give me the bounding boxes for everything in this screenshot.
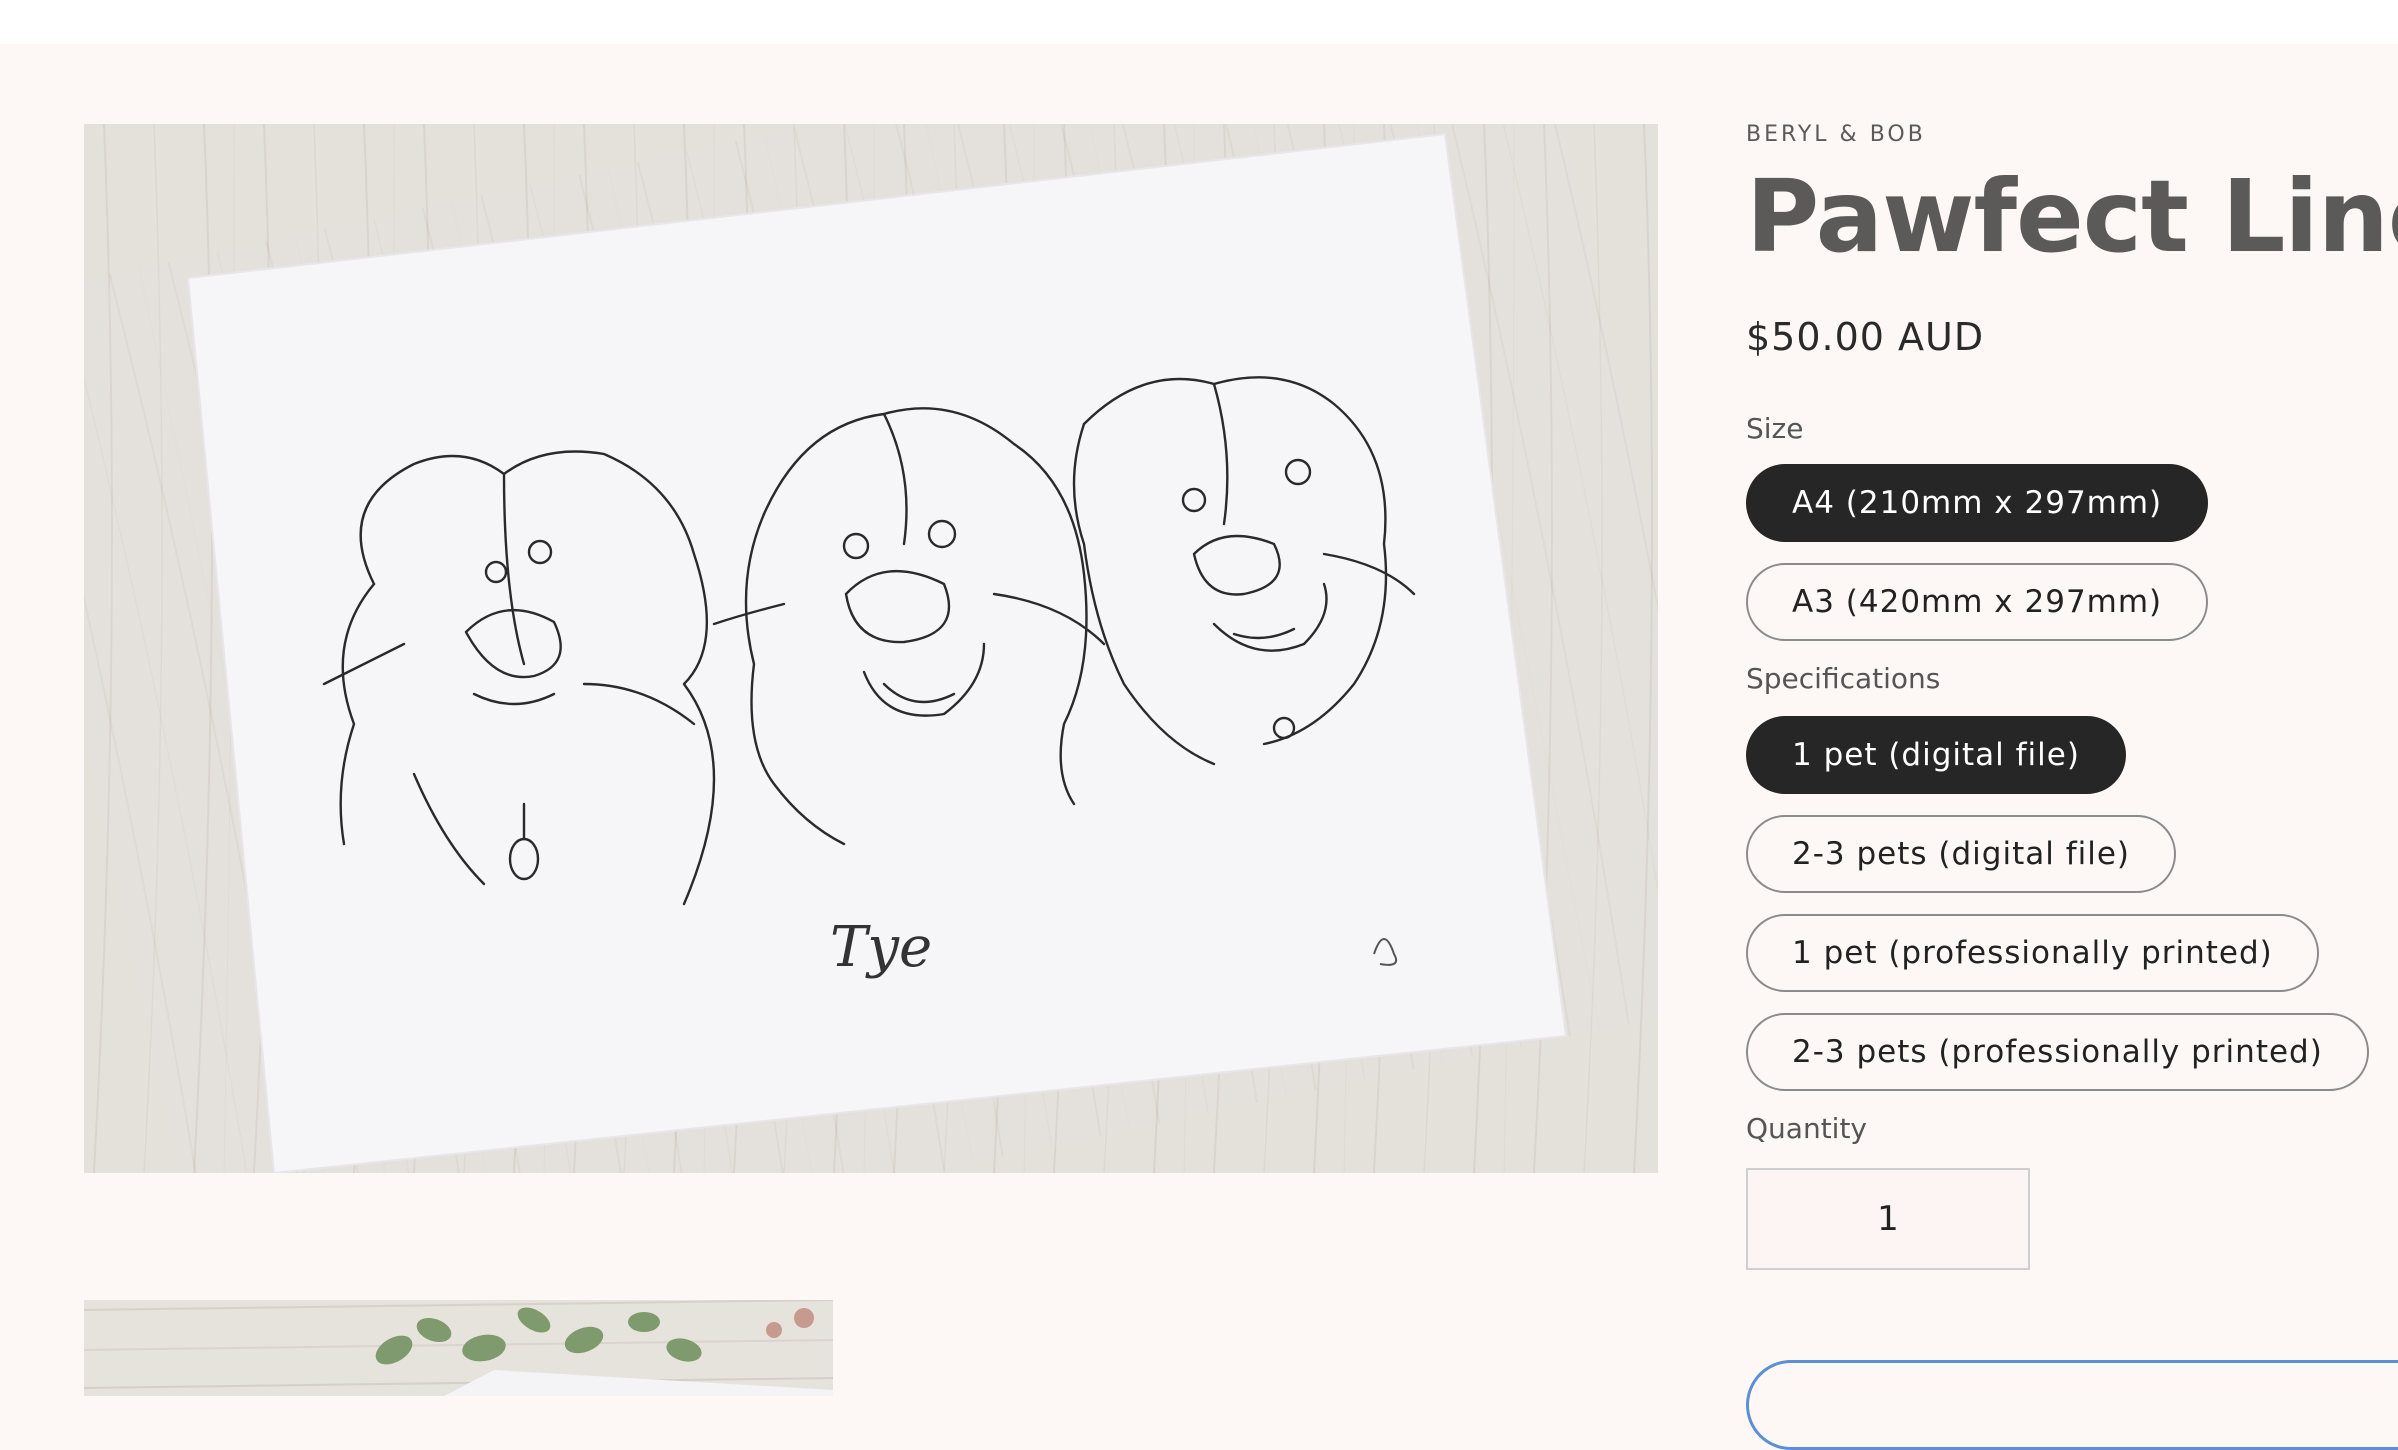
product-title: Pawfect Lines <box>1746 158 2398 275</box>
spec-option-1-pet-digital[interactable]: 1 pet (digital file) <box>1746 716 2126 794</box>
specifications-label: Specifications <box>1746 662 1941 695</box>
quantity-label: Quantity <box>1746 1112 1867 1145</box>
spec-option-2-3-pets-digital[interactable]: 2-3 pets (digital file) <box>1746 815 2176 893</box>
spec-option-1-pet-printed[interactable]: 1 pet (professionally printed) <box>1746 914 2319 992</box>
top-header-bar <box>0 0 2398 44</box>
eucalyptus-photo <box>84 1300 833 1396</box>
product-price: $50.00 AUD <box>1746 315 1985 359</box>
size-options: A4 (210mm x 297mm) A3 (420mm x 297mm) <box>1746 464 2398 641</box>
size-option-a3[interactable]: A3 (420mm x 297mm) <box>1746 563 2209 641</box>
size-option-a4[interactable]: A4 (210mm x 297mm) <box>1746 464 2209 542</box>
product-thumbnail[interactable] <box>84 1300 833 1396</box>
quantity-input[interactable]: 1 <box>1746 1168 2030 1270</box>
product-main-image[interactable]: Tye <box>84 124 1658 1173</box>
spec-option-2-3-pets-printed[interactable]: 2-3 pets (professionally printed) <box>1746 1013 2369 1091</box>
product-info: BERYL & BOB Pawfect Lines $50.00 AUD Siz… <box>1746 120 2398 1270</box>
vendor-name: BERYL & BOB <box>1746 122 1926 147</box>
dog-line-art-photo: Tye <box>84 124 1658 1173</box>
specification-options: 1 pet (digital file) 2-3 pets (digital f… <box>1746 716 2398 1091</box>
size-label: Size <box>1746 412 1804 445</box>
signature-text: Tye <box>830 915 932 980</box>
add-to-cart-button[interactable] <box>1746 1360 2398 1450</box>
